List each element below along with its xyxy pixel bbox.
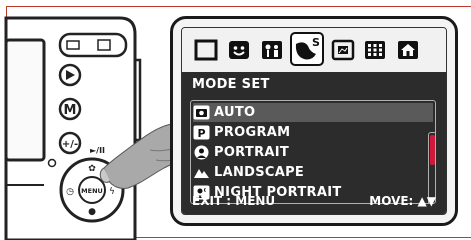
lcd-screen: S MODE SET AUTO P PROGRAM PORTRAIT LANDS… [181, 27, 447, 215]
list-item-auto[interactable]: AUTO [193, 103, 433, 122]
list-item-portrait[interactable]: PORTRAIT [193, 143, 433, 162]
portrait-icon [194, 145, 209, 160]
macro-icon[interactable]: ✿ [88, 164, 96, 174]
scene-selected-icon[interactable]: S [290, 32, 324, 66]
smile-icon[interactable] [226, 37, 252, 63]
indicator-led [47, 158, 57, 168]
flash-icon[interactable]: ϟ [109, 187, 115, 197]
mode-icon-bar: S [182, 28, 446, 72]
menu-ok-button[interactable]: MENU [81, 187, 103, 195]
list-item-label: PORTRAIT [214, 145, 290, 160]
list-item-label: PROGRAM [214, 125, 291, 140]
flower-person-icon[interactable] [259, 37, 285, 63]
full-screen-icon[interactable] [193, 37, 219, 63]
focus-icon[interactable]: ● [88, 207, 96, 217]
house-icon[interactable] [395, 37, 421, 63]
menu-icon: M [64, 103, 77, 118]
camera-icon [193, 105, 210, 120]
panel-footer: EXIT : MENU MOVE: ▲▼ [192, 194, 436, 208]
svg-text:P: P [197, 127, 205, 140]
program-icon: P [193, 125, 210, 140]
mode-list: AUTO P PROGRAM PORTRAIT LANDSCAPE NIGHT … [190, 100, 436, 204]
list-item-program[interactable]: P PROGRAM [193, 123, 433, 142]
list-item-landscape[interactable]: LANDSCAPE [193, 163, 433, 182]
scroll-thumb[interactable] [430, 135, 435, 165]
panel-title: MODE SET [192, 77, 270, 92]
exit-hint: EXIT : MENU [192, 194, 276, 208]
list-item-label: LANDSCAPE [214, 165, 305, 180]
lcd-display: S MODE SET AUTO P PROGRAM PORTRAIT LANDS… [170, 16, 458, 226]
self-timer-icon[interactable]: ◷ [66, 187, 74, 197]
playback-button[interactable] [58, 63, 82, 87]
grid-icon[interactable] [362, 37, 388, 63]
play-pause-label: ►/II [90, 146, 105, 155]
list-item-label: AUTO [214, 105, 256, 120]
move-hint: MOVE: ▲▼ [369, 194, 436, 208]
svg-text:S: S [312, 36, 320, 49]
mountain-icon [194, 169, 209, 178]
zoom-rocker[interactable] [58, 32, 128, 58]
frame-icon[interactable] [330, 37, 356, 63]
exposure-compensation-icon: +/- [62, 139, 78, 150]
menu-button[interactable]: M [58, 97, 82, 121]
exposure-button[interactable]: +/- [58, 131, 82, 155]
mode-set-panel: MODE SET AUTO P PROGRAM PORTRAIT LANDSCA… [182, 72, 446, 214]
